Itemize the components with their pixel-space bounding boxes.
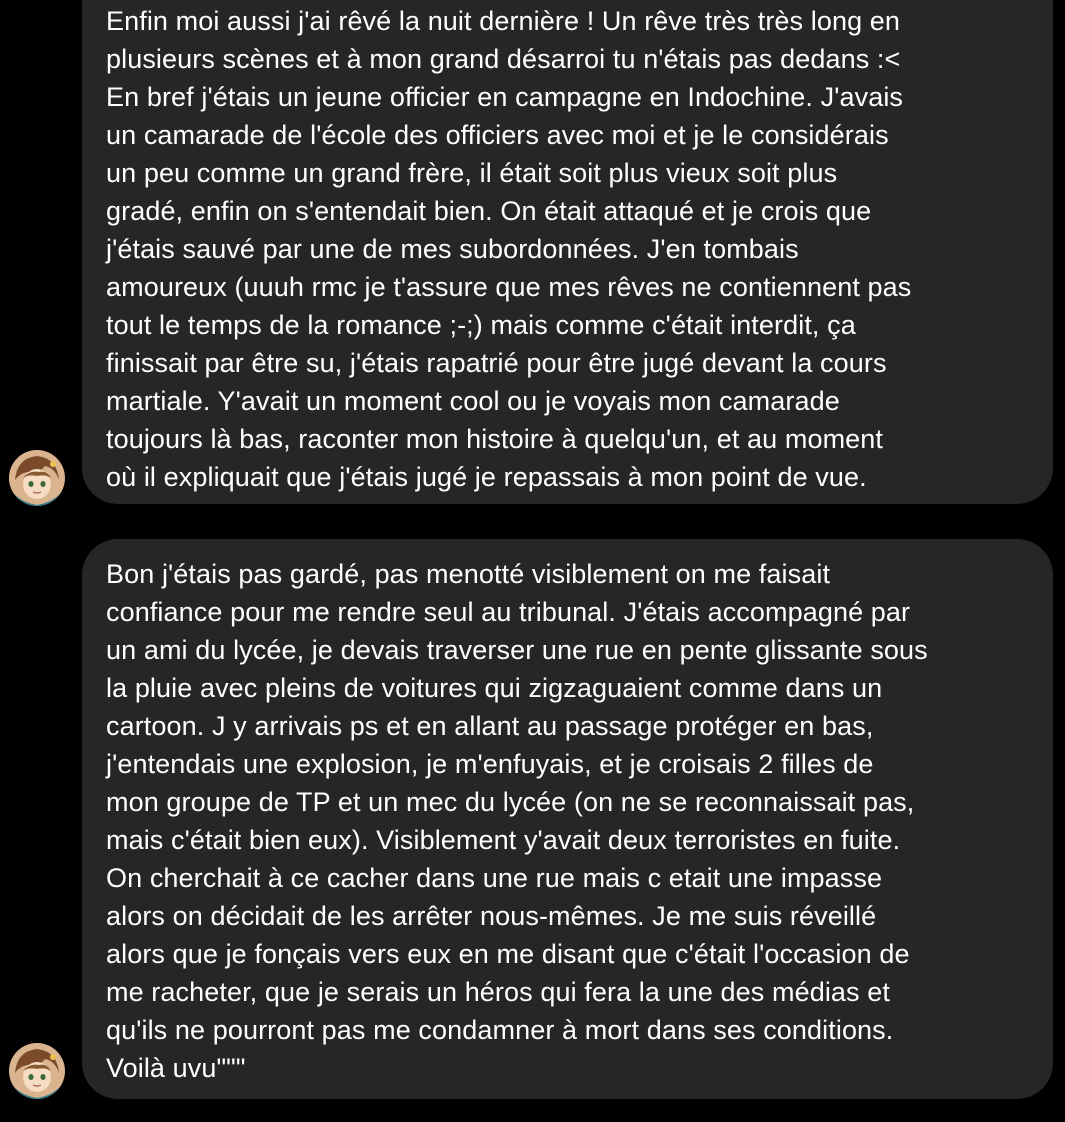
message-text-line: où il expliquait que j'étais jugé je rep… bbox=[106, 462, 867, 492]
message-text-line: tout le temps de la romance ;-;) mais co… bbox=[106, 310, 856, 340]
message-text-line: Bon j'étais pas gardé, pas menotté visib… bbox=[106, 559, 831, 589]
message-text-line: qu'ils ne pourront pas me condamner à mo… bbox=[106, 1015, 894, 1045]
message-text-line: cartoon. J y arrivais ps et en allant au… bbox=[106, 711, 874, 741]
message-text-line: martiale. Y'avait un moment cool ou je v… bbox=[106, 386, 840, 416]
message-text-line: me racheter, que je serais un héros qui … bbox=[106, 977, 890, 1007]
message-text-line: mais c'était bien eux). Visiblement y'av… bbox=[106, 825, 901, 855]
message-text-line: toujours là bas, raconter mon histoire à… bbox=[106, 424, 883, 454]
message-text-line: confiance pour me rendre seul au tribuna… bbox=[106, 597, 911, 627]
message-bubble[interactable]: Bon j'étais pas gardé, pas menotté visib… bbox=[82, 539, 1053, 1099]
message-text-line: amoureux (uuuh rmc je t'assure que mes r… bbox=[106, 272, 912, 302]
message-text-line: j'étais sauvé par une de mes subordonnée… bbox=[106, 234, 799, 264]
message-text-line: gradé, enfin on s'entendait bien. On éta… bbox=[106, 196, 872, 226]
message-bubble[interactable]: Enfin moi aussi j'ai rêvé la nuit derniè… bbox=[82, 0, 1053, 504]
message-text-line: Enfin moi aussi j'ai rêvé la nuit derniè… bbox=[106, 6, 901, 36]
message-text-line: plusieurs scènes et à mon grand désarroi… bbox=[106, 44, 901, 74]
message-text-line: la pluie avec pleins de voitures qui zig… bbox=[106, 673, 883, 703]
message-text-line: Voilà uvu""" bbox=[106, 1053, 246, 1083]
message-text-line: alors que je fonçais vers eux en me disa… bbox=[106, 939, 910, 969]
message-text-line: un camarade de l'école des officiers ave… bbox=[106, 120, 889, 150]
message-text-line: En bref j'étais un jeune officier en cam… bbox=[106, 82, 904, 112]
sender-avatar[interactable] bbox=[9, 450, 65, 506]
message-text-line: alors on décidait de les arrêter nous-mê… bbox=[106, 901, 877, 931]
avatar-image bbox=[9, 1043, 65, 1099]
avatar-image bbox=[9, 450, 65, 506]
message-text-line: finissait par être su, j'étais rapatrié … bbox=[106, 348, 887, 378]
message-text-line: un peu comme un grand frère, il était so… bbox=[106, 158, 838, 188]
message-text-line: On cherchait à ce cacher dans une rue ma… bbox=[106, 863, 883, 893]
sender-avatar[interactable] bbox=[9, 1043, 65, 1099]
message-text-line: un ami du lycée, je devais traverser une… bbox=[106, 635, 928, 665]
message-text-line: j'entendais une explosion, je m'enfuyais… bbox=[106, 749, 874, 779]
message-text-line: mon groupe de TP et un mec du lycée (on … bbox=[106, 787, 915, 817]
